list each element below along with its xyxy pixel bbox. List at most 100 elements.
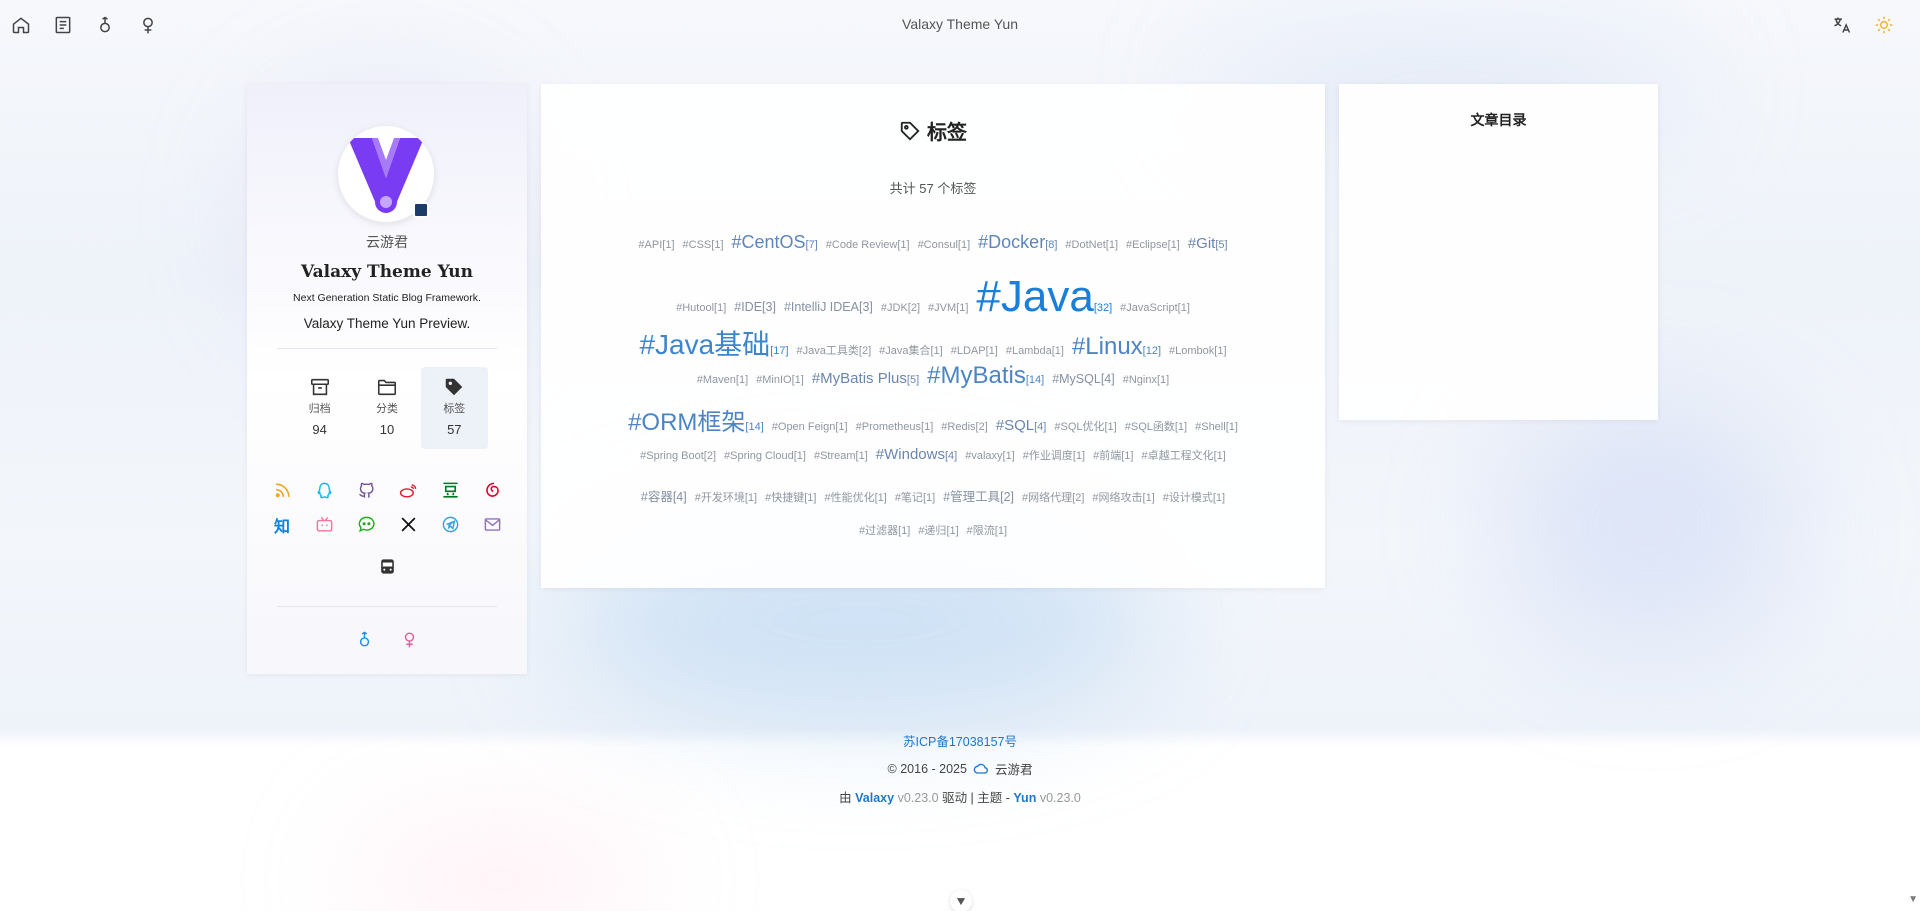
tag-link[interactable]: #Redis[2]: [941, 421, 987, 433]
tag-link[interactable]: #Maven[1]: [697, 374, 748, 386]
tag-count: [1]: [855, 450, 868, 462]
tag-link[interactable]: #过滤器[1]: [859, 522, 910, 538]
tag-link[interactable]: #Lombok[1]: [1169, 345, 1227, 357]
tag-link[interactable]: #CSS[1]: [683, 239, 724, 251]
tag-link[interactable]: #笔记[1]: [895, 489, 935, 505]
tag-link[interactable]: #MyBatis Plus[5]: [812, 370, 919, 387]
tag-name: #JDK: [880, 302, 908, 314]
tag-link[interactable]: #Java集合[1]: [879, 342, 943, 358]
tag-link[interactable]: #SQL优化[1]: [1054, 418, 1116, 434]
douban-icon[interactable]: [440, 480, 461, 501]
tag-link[interactable]: #DotNet[1]: [1065, 239, 1118, 251]
scrollbar-down-arrow[interactable]: ▼: [1908, 894, 1918, 905]
travelling-icon[interactable]: [377, 556, 398, 577]
tag-link[interactable]: #Java工具类[2]: [797, 342, 872, 358]
tag-count: [1]: [1225, 421, 1238, 433]
tag-icon: [446, 378, 463, 396]
telegram-icon[interactable]: [440, 514, 461, 535]
tag-link[interactable]: #容器[4]: [641, 486, 687, 505]
stat-tags[interactable]: 标签 57: [420, 367, 488, 449]
tag-link[interactable]: #MySQL[4]: [1052, 372, 1115, 386]
icp-link[interactable]: 苏ICP备17038157号: [903, 735, 1017, 749]
zhihu-icon[interactable]: 知: [272, 514, 293, 536]
tag-link[interactable]: #递归[1]: [918, 522, 958, 538]
tag-link[interactable]: #Consul[1]: [918, 239, 971, 251]
tag-link[interactable]: #ORM框架[14]: [628, 402, 764, 437]
x-icon[interactable]: [398, 514, 419, 535]
tag-link[interactable]: #SQL函数[1]: [1125, 418, 1187, 434]
sun-icon[interactable]: [1873, 14, 1895, 36]
stat-categories[interactable]: 分类 10: [353, 367, 420, 449]
wechat-icon[interactable]: [356, 514, 377, 535]
home-icon[interactable]: [10, 14, 32, 36]
document-icon[interactable]: [52, 14, 74, 36]
tag-link[interactable]: #Code Review[1]: [826, 239, 910, 251]
tag-link[interactable]: #作业调度[1]: [1023, 447, 1085, 463]
tag-name: #Code Review: [825, 239, 898, 251]
tag-link[interactable]: #Spring Cloud[1]: [724, 450, 806, 462]
tag-link[interactable]: #Spring Boot[2]: [640, 450, 716, 462]
male-icon[interactable]: [354, 629, 375, 650]
tag-link[interactable]: #性能优化[1]: [824, 489, 886, 505]
tag-link[interactable]: #设计模式[1]: [1163, 489, 1225, 505]
tag-link[interactable]: #Hutool[1]: [676, 302, 726, 314]
tag-link[interactable]: #MyBatis[14]: [927, 362, 1044, 390]
stat-archives[interactable]: 归档 94: [286, 367, 353, 449]
tag-link[interactable]: #Open Feign[1]: [772, 421, 848, 433]
tag-link[interactable]: #限流[1]: [967, 522, 1007, 538]
tag-link[interactable]: #Java[32]: [976, 272, 1112, 322]
tag-link[interactable]: #Prometheus[1]: [856, 421, 934, 433]
tag-link[interactable]: #Git[5]: [1188, 235, 1228, 252]
tag-name: #CentOS: [731, 232, 806, 252]
tag-link[interactable]: #前端[1]: [1093, 447, 1133, 463]
email-icon[interactable]: [482, 514, 503, 535]
divider: [277, 348, 497, 349]
tag-link[interactable]: #LDAP[1]: [951, 345, 998, 357]
tag-link[interactable]: #Docker[8]: [978, 232, 1057, 253]
tag-link[interactable]: #Stream[1]: [814, 450, 868, 462]
tag-link[interactable]: #网络代理[2]: [1022, 489, 1084, 505]
theme-link[interactable]: Yun: [1013, 791, 1036, 805]
tag-link[interactable]: #Windows[4]: [876, 446, 957, 463]
valaxy-link[interactable]: Valaxy: [855, 791, 894, 805]
tag-link[interactable]: #开发环境[1]: [695, 489, 757, 505]
bilibili-icon[interactable]: [314, 514, 335, 535]
tag-link[interactable]: #JDK[2]: [881, 302, 920, 314]
tag-link[interactable]: #JavaScript[1]: [1120, 302, 1190, 314]
tag-link[interactable]: #快捷键[1]: [765, 489, 816, 505]
tag-link[interactable]: #Shell[1]: [1195, 421, 1238, 433]
tag-count: [1]: [714, 302, 727, 314]
tag-link[interactable]: #CentOS[7]: [732, 232, 818, 253]
translate-icon[interactable]: [1831, 14, 1853, 36]
tag-link[interactable]: #API[1]: [638, 239, 674, 251]
archive-icon: [310, 378, 329, 396]
tag-link[interactable]: #MinIO[1]: [756, 374, 804, 386]
tag-link[interactable]: #管理工具[2]: [943, 486, 1014, 505]
tag-count: [1]: [793, 450, 806, 462]
tag-count: [1]: [735, 374, 749, 386]
male-icon[interactable]: [94, 14, 116, 36]
rss-icon[interactable]: [272, 480, 293, 501]
tag-name: #管理工具: [943, 490, 1001, 504]
tag-link[interactable]: #Nginx[1]: [1123, 374, 1169, 386]
tag-link[interactable]: #JVM[1]: [928, 302, 968, 314]
qq-icon[interactable]: [314, 480, 335, 501]
tag-link[interactable]: #SQL[4]: [996, 417, 1047, 434]
tag-link[interactable]: #IntelliJ IDEA[3]: [784, 300, 873, 314]
tag-count: [2]: [703, 450, 717, 462]
tag-link[interactable]: #Lambda[1]: [1006, 345, 1064, 357]
github-icon[interactable]: [356, 480, 377, 501]
tag-link[interactable]: #网络攻击[1]: [1092, 489, 1154, 505]
tag-link[interactable]: #Eclipse[1]: [1126, 239, 1180, 251]
tag-link[interactable]: #valaxy[1]: [965, 450, 1015, 462]
tag-link[interactable]: #卓越工程文化[1]: [1141, 447, 1225, 463]
scroll-down-button[interactable]: [950, 890, 972, 911]
female-icon[interactable]: [399, 629, 420, 650]
stat-label: 归档: [308, 403, 331, 415]
netease-music-icon[interactable]: [482, 480, 503, 501]
female-icon[interactable]: [137, 14, 159, 36]
weibo-icon[interactable]: [398, 480, 419, 501]
tag-link[interactable]: #Linux[12]: [1072, 333, 1161, 361]
tag-link[interactable]: #IDE[3]: [734, 300, 776, 314]
tag-link[interactable]: #Java基础[17]: [639, 323, 788, 363]
